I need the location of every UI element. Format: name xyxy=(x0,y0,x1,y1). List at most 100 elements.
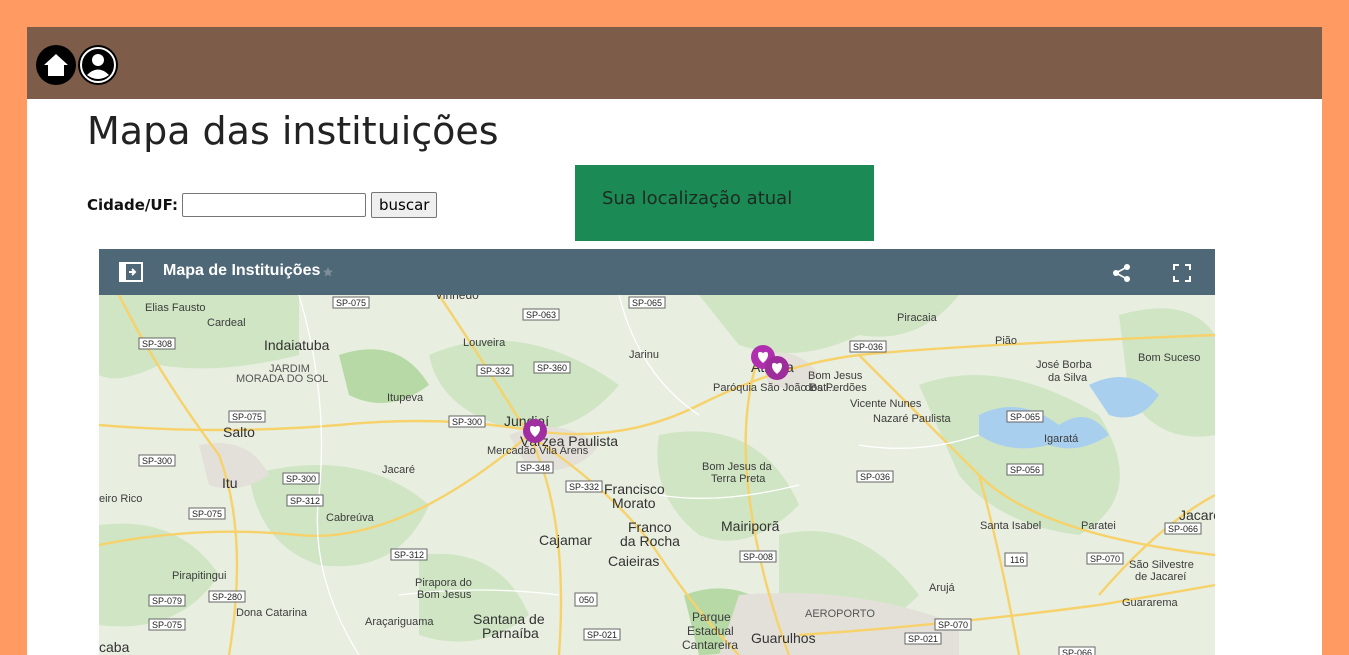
svg-text:SP-075: SP-075 xyxy=(152,620,182,630)
current-location-text: Sua localização atual xyxy=(602,188,793,209)
star-icon[interactable] xyxy=(322,266,334,278)
svg-text:SP-063: SP-063 xyxy=(526,310,556,320)
search-form: Cidade/UF: buscar xyxy=(87,191,438,219)
place-label: Salto xyxy=(223,424,255,440)
place-label: Morato xyxy=(612,495,656,511)
place-label: Guararema xyxy=(1122,597,1179,609)
institution-marker[interactable] xyxy=(765,356,789,380)
place-label: Jarinu xyxy=(629,349,659,361)
svg-text:050: 050 xyxy=(579,595,594,605)
map-tiles: Vinhedo Elias Fausto Cardeal Indaiatuba … xyxy=(99,288,1215,655)
marker-label: Paróquia São João Bati... xyxy=(713,382,838,394)
place-label: da Rocha xyxy=(620,533,680,549)
user-icon xyxy=(80,47,116,83)
place-label: Vinhedo xyxy=(435,295,479,302)
svg-text:SP-075: SP-075 xyxy=(336,298,366,308)
place-label: Indaiatuba xyxy=(264,337,330,353)
svg-text:SP-008: SP-008 xyxy=(743,552,773,562)
svg-text:SP-021: SP-021 xyxy=(587,630,617,640)
embedded-map[interactable]: Mapa de Instituições Vinhedo Elias Faust… xyxy=(99,249,1215,655)
place-label: José Borba xyxy=(1036,359,1093,371)
place-label: Jacare xyxy=(1179,507,1215,523)
svg-text:SP-066: SP-066 xyxy=(1062,648,1092,655)
current-location-box[interactable]: Sua localização atual xyxy=(575,165,874,241)
place-label: Bom Jesus xyxy=(808,370,863,382)
svg-text:SP-075: SP-075 xyxy=(192,509,222,519)
place-label: Mairiporã xyxy=(721,518,780,534)
share-icon[interactable] xyxy=(1112,263,1132,283)
home-icon xyxy=(44,54,68,76)
place-label: Nazaré Paulista xyxy=(873,413,952,425)
place-label: Cabreúva xyxy=(326,512,375,524)
home-button[interactable] xyxy=(36,45,76,85)
map-canvas[interactable]: Vinhedo Elias Fausto Cardeal Indaiatuba … xyxy=(99,288,1215,655)
map-title: Mapa de Instituições xyxy=(163,262,321,279)
place-label: Vicente Nunes xyxy=(850,398,922,410)
institution-marker[interactable] xyxy=(523,419,547,443)
place-label: Terra Preta xyxy=(711,473,766,485)
place-label: Dona Catarina xyxy=(236,607,308,619)
city-input[interactable] xyxy=(182,193,367,217)
place-label: MORADA DO SOL xyxy=(236,373,328,385)
place-label: eiro Rico xyxy=(99,493,142,505)
svg-text:SP-070: SP-070 xyxy=(1090,554,1120,564)
place-label: Estadual xyxy=(687,624,734,638)
place-label: caba xyxy=(99,639,130,655)
svg-text:SP-332: SP-332 xyxy=(480,366,510,376)
svg-text:SP-021: SP-021 xyxy=(908,634,938,644)
svg-text:SP-312: SP-312 xyxy=(394,550,424,560)
fullscreen-icon[interactable] xyxy=(1172,263,1192,283)
svg-text:SP-070: SP-070 xyxy=(938,620,968,630)
place-label: Louveira xyxy=(463,337,506,349)
place-label: Bom Suceso xyxy=(1138,352,1200,364)
place-label: São Silvestre xyxy=(1129,559,1194,571)
place-label: Pião xyxy=(995,335,1017,347)
svg-text:SP-348: SP-348 xyxy=(520,463,550,473)
svg-text:SP-300: SP-300 xyxy=(452,417,482,427)
place-label: Bom Jesus da xyxy=(702,461,773,473)
place-label: Arujá xyxy=(929,582,956,594)
place-label: Igaratá xyxy=(1044,433,1079,445)
search-button[interactable]: buscar xyxy=(371,192,438,218)
place-label: Santa Isabel xyxy=(980,520,1041,532)
place-label: Itupeva xyxy=(387,392,424,404)
svg-text:SP-075: SP-075 xyxy=(232,412,262,422)
svg-text:SP-360: SP-360 xyxy=(537,363,567,373)
place-label: Jacaré xyxy=(382,464,415,476)
place-label: Parnaíba xyxy=(482,625,539,641)
svg-text:SP-065: SP-065 xyxy=(1010,412,1040,422)
profile-button[interactable] xyxy=(78,45,118,85)
place-label: Elias Fausto xyxy=(145,302,206,314)
page-title: Mapa das instituições xyxy=(87,109,499,153)
svg-text:SP-308: SP-308 xyxy=(142,339,172,349)
svg-text:116: 116 xyxy=(1010,555,1024,565)
place-label: Bom Jesus xyxy=(417,589,472,601)
svg-text:SP-079: SP-079 xyxy=(152,596,182,606)
place-label: AEROPORTO xyxy=(805,608,875,620)
svg-text:SP-280: SP-280 xyxy=(212,592,242,602)
place-label: Cajamar xyxy=(539,532,592,548)
svg-text:SP-300: SP-300 xyxy=(142,456,172,466)
place-label: Paratei xyxy=(1081,520,1116,532)
svg-text:SP-065: SP-065 xyxy=(632,298,662,308)
svg-text:SP-300: SP-300 xyxy=(286,474,316,484)
place-label: Pirapitingui xyxy=(172,570,226,582)
place-label: de Jacareí xyxy=(1135,571,1186,583)
svg-text:SP-036: SP-036 xyxy=(853,342,883,352)
top-navbar xyxy=(27,27,1322,99)
place-label: da Silva xyxy=(1048,372,1088,384)
place-label: Cantareira xyxy=(682,638,738,652)
svg-text:SP-036: SP-036 xyxy=(860,472,890,482)
place-label: Caieiras xyxy=(608,553,659,569)
svg-text:SP-066: SP-066 xyxy=(1168,524,1198,534)
place-label: Guarulhos xyxy=(751,630,816,646)
place-label: Parque xyxy=(692,610,731,624)
svg-text:SP-312: SP-312 xyxy=(290,496,320,506)
svg-text:SP-332: SP-332 xyxy=(569,482,599,492)
city-label: Cidade/UF: xyxy=(87,196,179,214)
place-label: Araçariguama xyxy=(365,616,434,628)
page-frame: Mapa das instituições Cidade/UF: buscar … xyxy=(27,27,1322,655)
marker-label: Mercadão Vila Arens xyxy=(487,445,589,457)
sidebar-toggle-icon[interactable] xyxy=(119,262,143,282)
place-label: Pirapora do xyxy=(415,577,472,589)
